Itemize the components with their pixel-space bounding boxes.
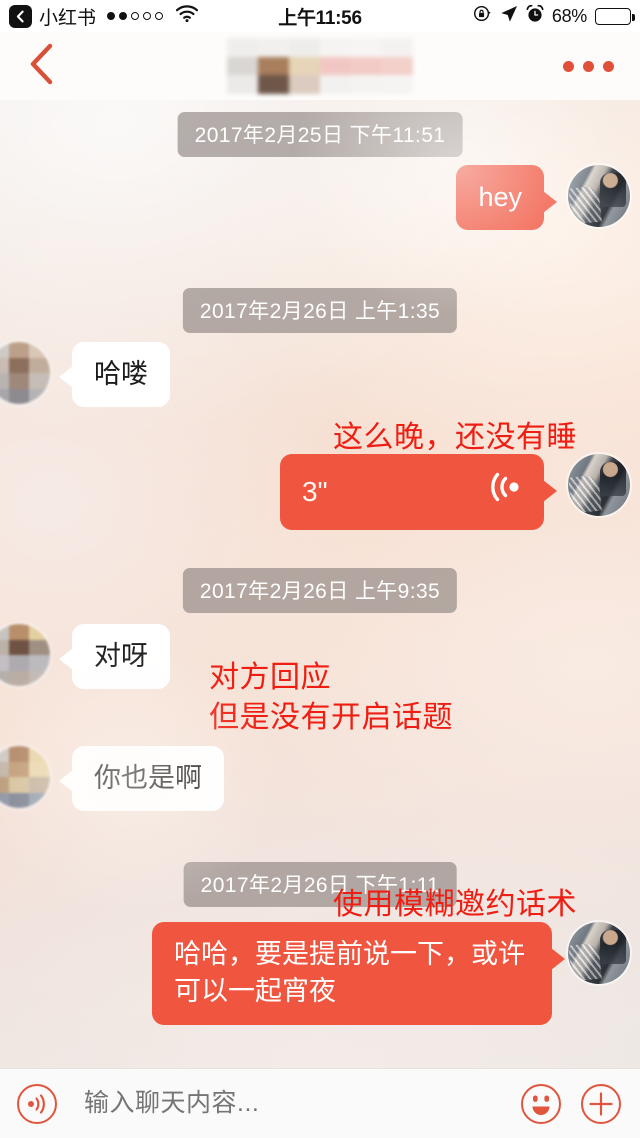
- message-input[interactable]: [58, 1089, 520, 1118]
- message-row-outgoing: hey: [456, 165, 630, 231]
- avatar[interactable]: [568, 922, 630, 984]
- smiley-face-icon[interactable]: [520, 1083, 562, 1125]
- back-button[interactable]: [0, 43, 78, 90]
- message-row-incoming: 对呀: [0, 624, 170, 690]
- annotation-text: 这么晚，还没有睡: [333, 421, 577, 454]
- message-row-outgoing: 哈哈，要是提前说一下，或许可以一起宵夜: [152, 922, 630, 1025]
- chat-title-censored: [227, 38, 413, 94]
- input-bar-actions: [520, 1083, 622, 1125]
- status-bar-clock: 上午11:56: [278, 7, 362, 29]
- message-input-bar: [0, 1068, 640, 1138]
- message-bubble-incoming[interactable]: 对呀: [59, 624, 170, 690]
- annotation-text: 使用模糊邀约话术: [333, 888, 577, 921]
- avatar[interactable]: [568, 165, 630, 227]
- avatar[interactable]: [0, 746, 50, 808]
- message-bubble-outgoing[interactable]: hey: [456, 165, 557, 231]
- voice-duration-label: 3": [302, 475, 328, 507]
- message-bubble-incoming[interactable]: 哈喽: [59, 342, 170, 408]
- message-row-incoming: 你也是啊: [0, 746, 224, 812]
- avatar[interactable]: [0, 342, 50, 404]
- nav-bar: [0, 32, 640, 100]
- message-row-incoming: 哈喽: [0, 342, 170, 408]
- phone-screen: 小红书 上午11:56 68% 2017年2月25日 下午11:51 hey 2…: [0, 0, 640, 1138]
- timestamp-divider: 2017年2月26日 上午9:35: [182, 568, 458, 613]
- message-bubble-incoming[interactable]: 你也是啊: [59, 746, 224, 812]
- plus-circle-icon[interactable]: [580, 1083, 622, 1125]
- message-bubble-outgoing[interactable]: 哈哈，要是提前说一下，或许可以一起宵夜: [152, 922, 565, 1025]
- status-bar: 小红书 上午11:56 68%: [0, 0, 640, 32]
- avatar[interactable]: [0, 624, 50, 686]
- sound-wave-icon: [486, 470, 522, 514]
- avatar[interactable]: [568, 454, 630, 516]
- voice-message-bubble[interactable]: 3": [280, 454, 557, 531]
- timestamp-divider: 2017年2月26日 上午1:35: [182, 288, 458, 333]
- voice-record-icon[interactable]: [16, 1083, 58, 1125]
- message-list[interactable]: 2017年2月25日 下午11:51 hey 2017年2月26日 上午1:35…: [0, 100, 640, 1068]
- more-options-button[interactable]: [563, 60, 640, 72]
- message-row-outgoing-voice: 3": [280, 454, 630, 531]
- timestamp-divider: 2017年2月25日 下午11:51: [177, 112, 463, 157]
- annotation-text: 对方回应 但是没有开启话题: [209, 661, 453, 734]
- battery-icon: [595, 7, 635, 25]
